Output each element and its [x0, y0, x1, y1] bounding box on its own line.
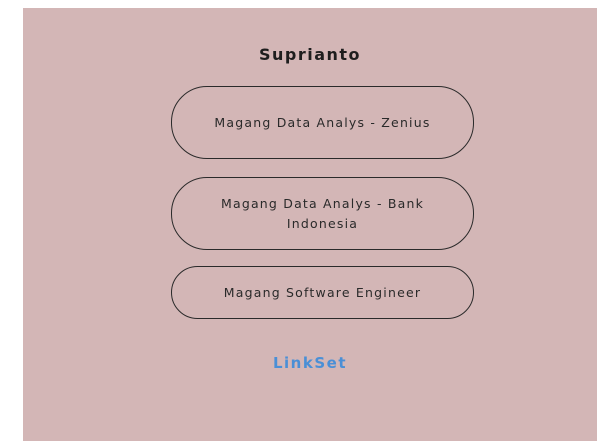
profile-card: Suprianto Magang Data Analys - Zenius Ma… — [23, 8, 597, 441]
link-button-label: Magang Data Analys - Zenius — [214, 114, 431, 130]
footer-brand-link[interactable]: LinkSet — [23, 354, 597, 372]
link-button-label: Magang Software Engineer — [223, 284, 422, 300]
profile-name: Suprianto — [258, 45, 362, 64]
link-button-zenius[interactable]: Magang Data Analys - Zenius — [171, 86, 474, 159]
link-button-software-engineer[interactable]: Magang Software Engineer — [171, 266, 474, 319]
link-button-bank-indonesia[interactable]: Magang Data Analys - Bank Indonesia — [171, 177, 474, 250]
link-button-label: Magang Data Analys - Bank Indonesia — [220, 195, 425, 231]
